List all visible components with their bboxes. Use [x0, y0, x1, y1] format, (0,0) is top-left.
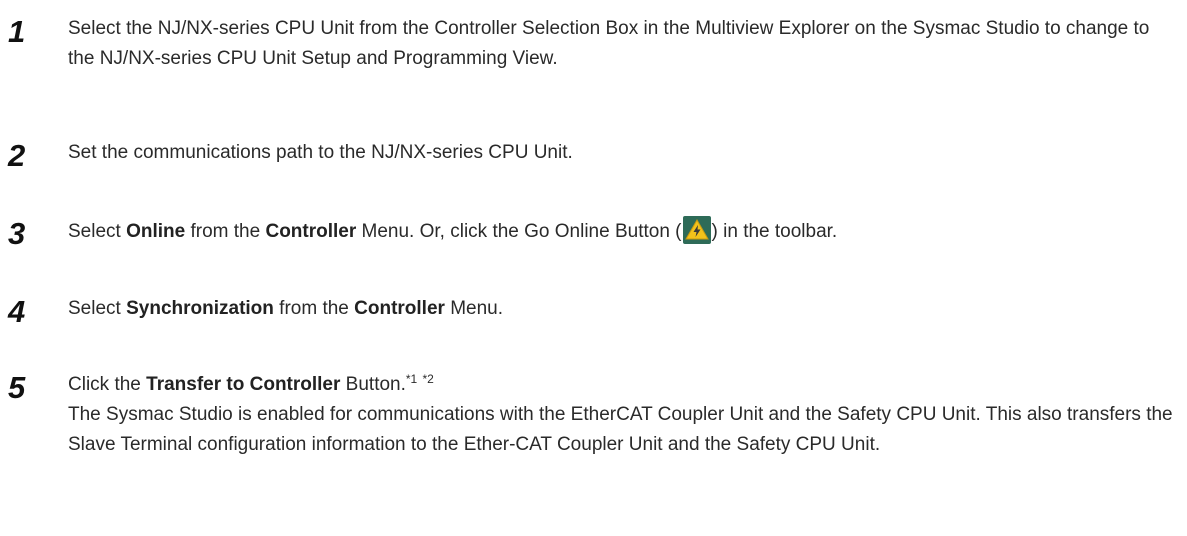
text-run: Click the: [68, 374, 147, 395]
transfer-to-controller-button-label: Transfer to Controller: [146, 374, 341, 395]
step-number: 5: [8, 370, 26, 405]
text-run: Select: [68, 221, 127, 242]
step-description: The Sysmac Studio is enabled for communi…: [68, 404, 1173, 455]
step-number: 1: [8, 14, 26, 49]
procedure-page: { "steps": [ { "number": "1", "text": "S…: [0, 0, 1187, 536]
footnote-ref-2: *2: [422, 372, 434, 386]
step-number: 2: [8, 138, 26, 173]
menu-item-synchronization: Synchronization: [126, 298, 274, 319]
menu-controller: Controller: [265, 221, 357, 242]
go-online-icon: [682, 216, 711, 244]
text-run: Menu. Or, click the Go Online Button (: [356, 221, 682, 242]
text-run: Menu.: [444, 298, 504, 319]
step-text: Set the communications path to the NJ/NX…: [68, 142, 573, 163]
step-text: Select the NJ/NX-series CPU Unit from th…: [68, 18, 1150, 69]
menu-item-online: Online: [126, 221, 186, 242]
step-text: Select Online from the Controller Menu. …: [68, 216, 1178, 247]
text-run: from the: [185, 221, 266, 242]
menu-controller: Controller: [354, 298, 445, 319]
text-run: ) in the toolbar.: [711, 221, 838, 242]
step-text: Click the Transfer to Controller Button.…: [68, 370, 1178, 460]
footnote-ref-1: *1: [405, 372, 418, 386]
step-text: Select Synchronization from the Controll…: [68, 294, 1178, 324]
text-run: Select: [68, 298, 127, 319]
step-number: 4: [8, 294, 26, 329]
step-number: 3: [8, 216, 26, 251]
text-run: Button.: [340, 374, 406, 395]
text-run: from the: [273, 298, 355, 319]
